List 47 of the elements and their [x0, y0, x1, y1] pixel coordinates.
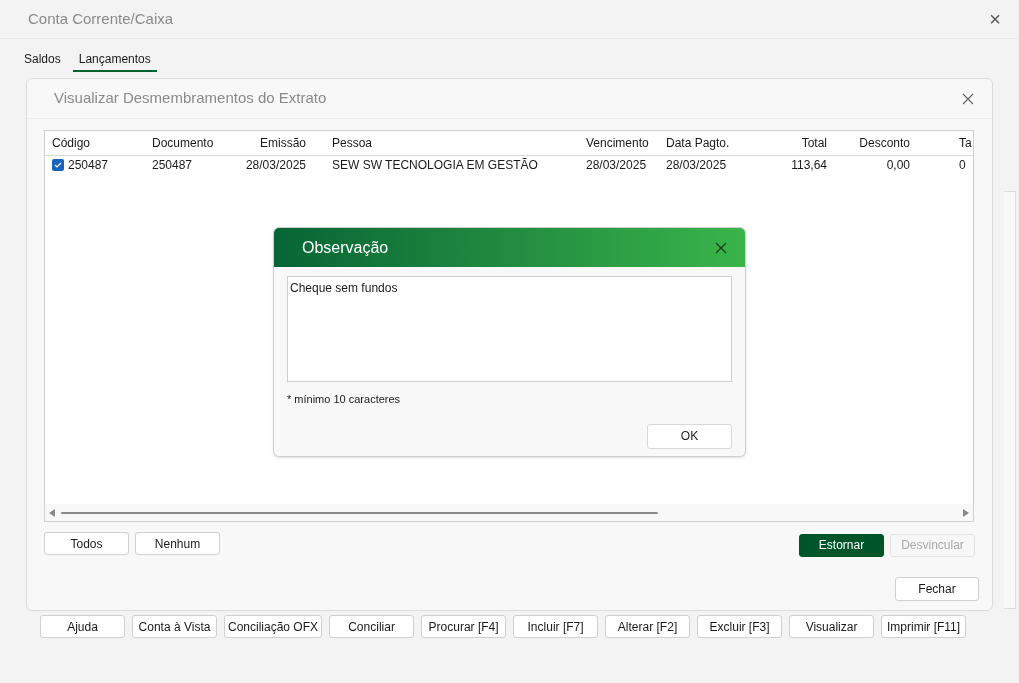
table-cell-text: 250487 [152, 157, 193, 174]
close-icon[interactable] [715, 241, 727, 254]
tab[interactable]: Lançamentos [72, 50, 157, 72]
toolbar-button[interactable]: Conta à Vista [132, 615, 217, 638]
dialog-title: Observação [302, 237, 389, 258]
ok-button[interactable]: OK [647, 423, 732, 449]
column-header[interactable]: Código [47, 134, 147, 152]
toolbar-button[interactable]: Visualizar [789, 615, 875, 638]
toolbar-button[interactable]: Ajuda [40, 615, 125, 638]
column-header[interactable]: Desconto [832, 134, 915, 152]
close-button[interactable]: × [989, 9, 1001, 29]
button[interactable]: Todos [44, 532, 129, 555]
button[interactable]: Estornar [799, 533, 884, 557]
table-cell-text: 113,64 [791, 157, 827, 174]
table-cell-text: 28/03/2025 [586, 157, 647, 174]
checkbox[interactable] [52, 159, 64, 171]
table-cell-text: 0 [959, 157, 966, 174]
table-cell-text: 0,00 [886, 157, 910, 174]
column-header[interactable]: Data Pagto. [661, 134, 761, 152]
tab[interactable]: Saldos [23, 50, 62, 72]
table-cell-text: SEW SW TECNOLOGIA EM GESTÃO [332, 157, 538, 174]
panel-title: Visualizar Desmembramentos do Extrato [54, 88, 327, 109]
scroll-left-icon[interactable] [49, 508, 55, 517]
close-button[interactable]: Fechar [895, 576, 979, 601]
column-header[interactable]: Total [761, 134, 832, 152]
toolbar-button[interactable]: Conciliar [329, 615, 415, 638]
toolbar-button[interactable]: Conciliação OFX [224, 615, 323, 638]
hint-text: * mínimo 10 caracteres [287, 392, 402, 407]
column-header[interactable]: Vencimento [581, 134, 661, 152]
scroll-right-icon[interactable] [963, 508, 969, 517]
observation-field[interactable]: Cheque sem fundos [287, 276, 732, 382]
toolbar-button[interactable]: Alterar [F2] [605, 615, 691, 638]
close-icon[interactable] [962, 92, 974, 105]
table-cell-text: 28/03/2025 [245, 157, 306, 174]
toolbar-button[interactable]: Excluir [F3] [697, 615, 783, 638]
window-title: Conta Corrente/Caixa [28, 8, 174, 29]
table-cell-text: 28/03/2025 [666, 157, 727, 174]
toolbar-button[interactable]: Incluir [F7] [513, 615, 599, 638]
column-header[interactable]: Ta [915, 134, 973, 152]
column-header[interactable]: Emissão [247, 134, 327, 152]
column-header[interactable]: Documento [147, 134, 247, 152]
button[interactable]: Nenhum [135, 532, 220, 555]
column-header[interactable]: Pessoa [327, 134, 581, 152]
table-cell-text: 250487 [68, 157, 109, 174]
horizontal-scrollbar[interactable] [45, 504, 973, 521]
toolbar-button[interactable]: Imprimir [F11] [881, 615, 967, 638]
toolbar-button[interactable]: Procurar [F4] [421, 615, 507, 638]
